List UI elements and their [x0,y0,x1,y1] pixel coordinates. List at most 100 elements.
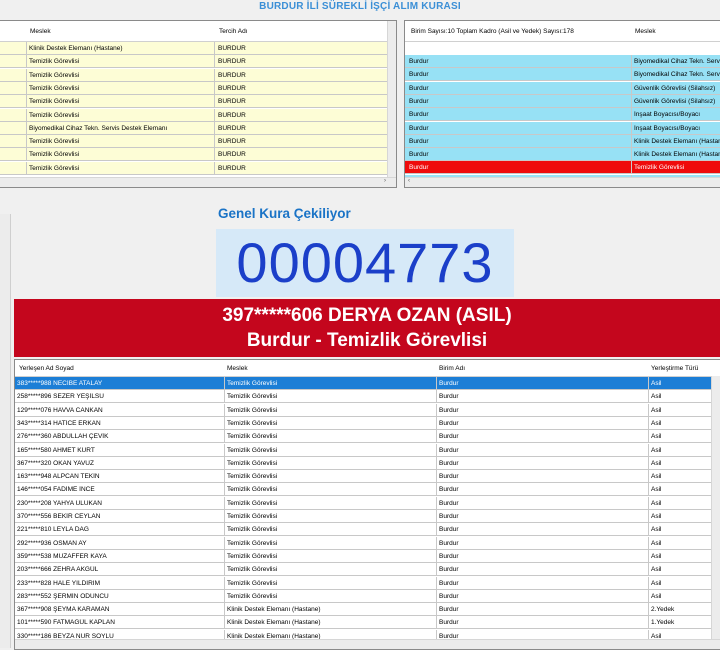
results-header-meslek[interactable]: Meslek [227,365,248,372]
row-birim: Burdur [439,539,459,547]
right-header-meslek[interactable]: Meslek [635,28,656,35]
column-divider [631,81,632,94]
results-row[interactable]: 163*****948 ALPCAN TEKİN Temizlik Görevli… [15,470,712,484]
column-divider [214,95,215,108]
results-row[interactable]: 283*****552 ŞERMİN ODUNCU Temizlik Görevl… [15,589,712,603]
right-grid-row[interactable]: Burdur Klinik Destek Elemanı (Hastane [405,134,720,148]
left-grid-row[interactable]: Temizlik Görevlisi BURDUR [0,148,388,162]
results-row[interactable]: 343*****314 HATİCE ERKAN Temizlik Görevli… [15,416,712,430]
results-grid-header: Yerleşen Ad Soyad Meslek Birim Adı Yerle… [15,360,720,377]
row-tur: Asil [651,526,662,534]
window-title: BURDUR İLİ SÜREKLİ İŞÇİ ALIM KURASI [259,1,461,12]
results-row[interactable]: 233*****828 HALE YILDIRIM Temizlik Görevl… [15,576,712,590]
row-birim: Burdur [409,124,429,132]
results-row[interactable]: 129*****076 HAVVA CANKAN Temizlik Görevli… [15,403,712,417]
results-row-selected[interactable]: 383*****988 NECİBE ATALAY Temizlik Görevl… [15,377,712,390]
results-header-tur[interactable]: Yerleştirme Türü [651,365,698,372]
right-grid-row[interactable]: Burdur Güvenlik Görevlisi (Silahsız) [405,81,720,95]
winner-placement: Burdur - Temizlik Görevlisi [246,330,488,351]
results-row[interactable]: 146*****054 FADİME İNCE Temizlik Görevlis… [15,483,712,497]
scroll-left-arrow-icon[interactable]: ‹ [408,178,410,184]
row-tur: 2.Yedek [651,606,675,614]
left-horizontal-scrollbar[interactable]: › [0,177,396,187]
results-row[interactable]: 258*****896 SEZER YEŞİLSU Temizlik Görevl… [15,390,712,404]
left-grid-row[interactable]: Temizlik Görevlisi BURDUR [0,95,388,109]
results-row[interactable]: 367*****908 ŞEYMA KARAMAN Klinik Destek E… [15,603,712,617]
column-divider [224,523,225,536]
row-tercih: BURDUR [218,71,246,79]
right-grid[interactable]: Birim Sayısı:10 Toplam Kadro (Asil ve Ye… [404,20,720,188]
results-row[interactable]: 367*****320 OKAN YAVUZ Temizlik Görevlisi… [15,456,712,470]
left-grid-row[interactable]: Klinik Destek Elemanı (Hastane) BURDUR [0,42,388,55]
right-grid-row[interactable]: Burdur Biyomedikal Cihaz Tekn. Servis [405,55,720,68]
results-header-birim[interactable]: Birim Adı [439,365,465,372]
left-grid-row[interactable]: Temizlik Görevlisi BURDUR [0,135,388,149]
right-grid-row[interactable]: Burdur İnşaat Boyacısı/Boyacı [405,108,720,122]
row-tur: Asil [651,566,662,574]
column-divider [648,430,649,443]
results-vertical-scrollbar[interactable] [711,376,720,639]
results-row[interactable]: 165*****580 AHMET KURT Temizlik Görevlisi… [15,443,712,457]
row-name: 203*****666 ZEHRA AKGÜL [17,566,99,574]
column-divider [436,390,437,403]
draw-counter: 00004773 [236,231,494,294]
right-grid-row[interactable]: Burdur Biyomedikal Cihaz Tekn. Servis [405,68,720,82]
row-birim: Burdur [439,393,459,401]
results-grid[interactable]: Yerleşen Ad Soyad Meslek Birim Adı Yerle… [14,359,720,650]
column-divider [224,416,225,429]
column-divider [631,134,632,147]
column-divider [224,576,225,589]
column-divider [648,456,649,469]
row-birim: Burdur [409,164,429,172]
column-divider [26,68,27,81]
row-name: 258*****896 SEZER YEŞİLSU [17,393,104,401]
row-meslek: Temizlik Görevlisi [227,526,278,534]
left-grid-row[interactable]: Temizlik Görevlisi BURDUR [0,81,388,95]
left-edge-scrollbar[interactable] [0,214,11,648]
results-header-name[interactable]: Yerleşen Ad Soyad [19,365,74,372]
left-grid-row[interactable]: Temizlik Görevlisi BURDUR [0,68,388,82]
results-row[interactable]: 203*****666 ZEHRA AKGÜL Temizlik Görevlis… [15,563,712,577]
row-birim: Burdur [409,111,429,119]
left-grid[interactable]: Meslek Tercih Adı Klinik Destek Elemanı … [0,20,397,188]
column-divider [648,377,649,389]
column-divider [224,483,225,496]
results-row[interactable]: 359*****538 MUZAFFER KAYA Temizlik Görevl… [15,549,712,563]
results-row[interactable]: 230*****208 YAHYA ULUKAN Temizlik Görevli… [15,496,712,510]
right-grid-row[interactable]: Burdur Klinik Destek Elemanı (Hastane [405,148,720,162]
column-divider [648,549,649,562]
left-grid-row[interactable]: Temizlik Görevlisi BURDUR [0,55,388,69]
results-row[interactable]: 221*****810 LEYLA DAĞ Temizlik Görevlisi B… [15,523,712,537]
results-row[interactable]: 292*****936 OSMAN AY Temizlik Görevlisi Bu… [15,536,712,550]
results-row[interactable]: 370*****556 BEKİR CEYLAN Temizlik Görevli… [15,510,712,523]
right-grid-row[interactable]: Burdur İnşaat Boyacısı/Boyacı [405,121,720,135]
column-divider [224,430,225,443]
left-header-meslek[interactable]: Meslek [30,28,51,35]
right-horizontal-scrollbar[interactable]: ‹ [405,177,720,187]
column-divider [631,55,632,67]
left-grid-row[interactable]: Temizlik Görevlisi BURDUR [0,108,388,122]
row-birim: Burdur [439,592,459,600]
row-tercih: BURDUR [218,151,246,159]
row-birim: Burdur [439,499,459,507]
column-divider [436,456,437,469]
left-grid-row[interactable]: Biyomedikal Cihaz Tekn. Servis Destek El… [0,121,388,135]
row-tur: Asil [651,592,662,600]
results-row[interactable]: 101*****590 FATMAGÜL KAPLAN Klinik Destek… [15,616,712,630]
row-meslek: Temizlik Görevlisi [29,58,80,66]
column-divider [26,135,27,148]
results-row[interactable]: 276*****360 ABDULLAH ÇEVİK Temizlik Görev… [15,430,712,444]
right-header-birim[interactable]: Birim Sayısı:10 Toplam Kadro (Asil ve Ye… [411,28,574,35]
right-grid-row-highlighted[interactable]: Burdur Temizlik Görevlisi [405,161,720,175]
scroll-right-arrow-icon[interactable]: › [384,178,386,184]
left-grid-row[interactable]: Temizlik Görevlisi BURDUR [0,161,388,175]
column-divider [224,377,225,389]
left-header-tercih[interactable]: Tercih Adı [219,28,248,35]
right-grid-row[interactable]: Burdur Güvenlik Görevlisi (Silahsız) [405,94,720,108]
left-vertical-scrollbar[interactable] [387,21,396,187]
column-divider [224,390,225,403]
row-meslek: Temizlik Görevlisi [29,151,80,159]
row-birim: Burdur [409,58,429,65]
row-tur: Asil [651,433,662,441]
row-birim: Burdur [439,486,459,494]
